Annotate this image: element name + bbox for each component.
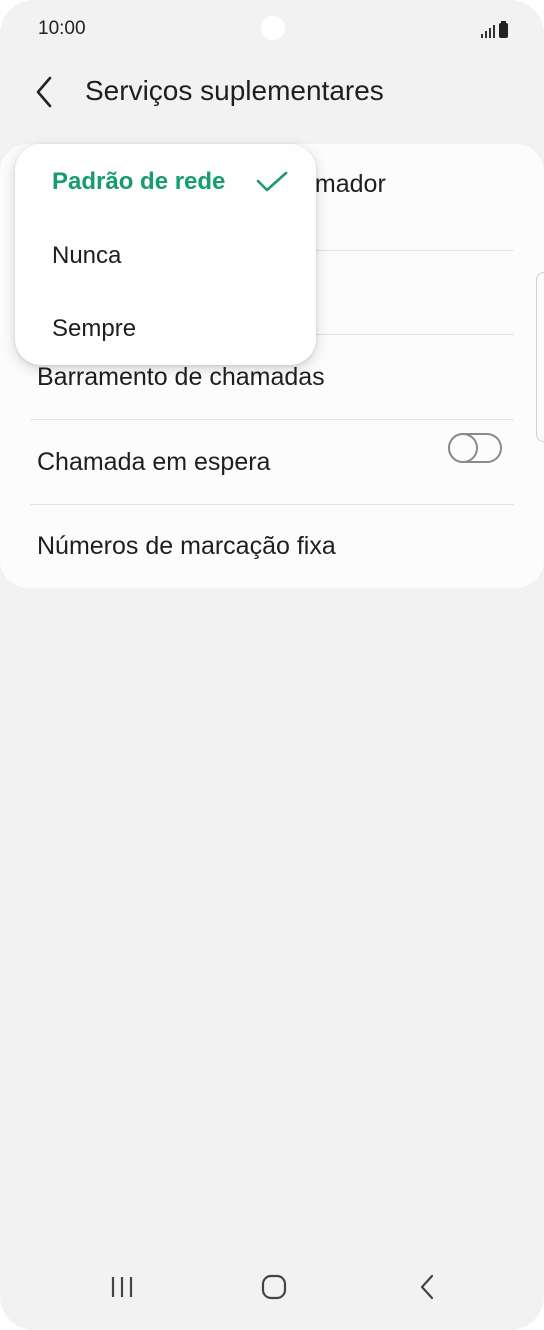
chevron-left-icon[interactable] <box>30 72 60 112</box>
check-icon <box>255 170 289 194</box>
recent-apps-icon[interactable] <box>92 1262 152 1312</box>
app-header: Serviços suplementares <box>0 64 544 120</box>
dropdown-option-always[interactable]: Sempre <box>52 315 136 343</box>
settings-row-label: Barramento de chamadas <box>37 363 325 391</box>
signal-icon <box>481 24 495 38</box>
phone-screen: 10:00 Serviços suplementares amador Barr… <box>0 0 544 1330</box>
camera-cutout <box>261 16 285 40</box>
call-waiting-toggle[interactable] <box>448 433 502 463</box>
status-bar: 10:00 <box>0 0 544 60</box>
settings-row-fixed-dialing[interactable]: Números de marcação fixa <box>30 505 514 588</box>
back-icon[interactable] <box>397 1262 457 1312</box>
navigation-bar <box>0 1250 544 1330</box>
dropdown-menu: Padrão de rede Nunca Sempre <box>15 144 316 365</box>
settings-row-call-waiting[interactable]: Chamada em espera <box>30 420 514 504</box>
scroll-indicator[interactable] <box>536 272 544 442</box>
dropdown-option-never[interactable]: Nunca <box>52 242 121 270</box>
battery-icon <box>499 21 508 38</box>
page-title: Serviços suplementares <box>85 75 384 106</box>
dropdown-option-network-default[interactable]: Padrão de rede <box>52 168 225 196</box>
status-icons <box>481 20 508 38</box>
settings-row-label: Chamada em espera <box>37 448 271 476</box>
toggle-knob <box>448 433 478 463</box>
settings-row-label: Números de marcação fixa <box>37 532 336 560</box>
status-time: 10:00 <box>38 18 86 39</box>
home-icon[interactable] <box>244 1262 304 1312</box>
